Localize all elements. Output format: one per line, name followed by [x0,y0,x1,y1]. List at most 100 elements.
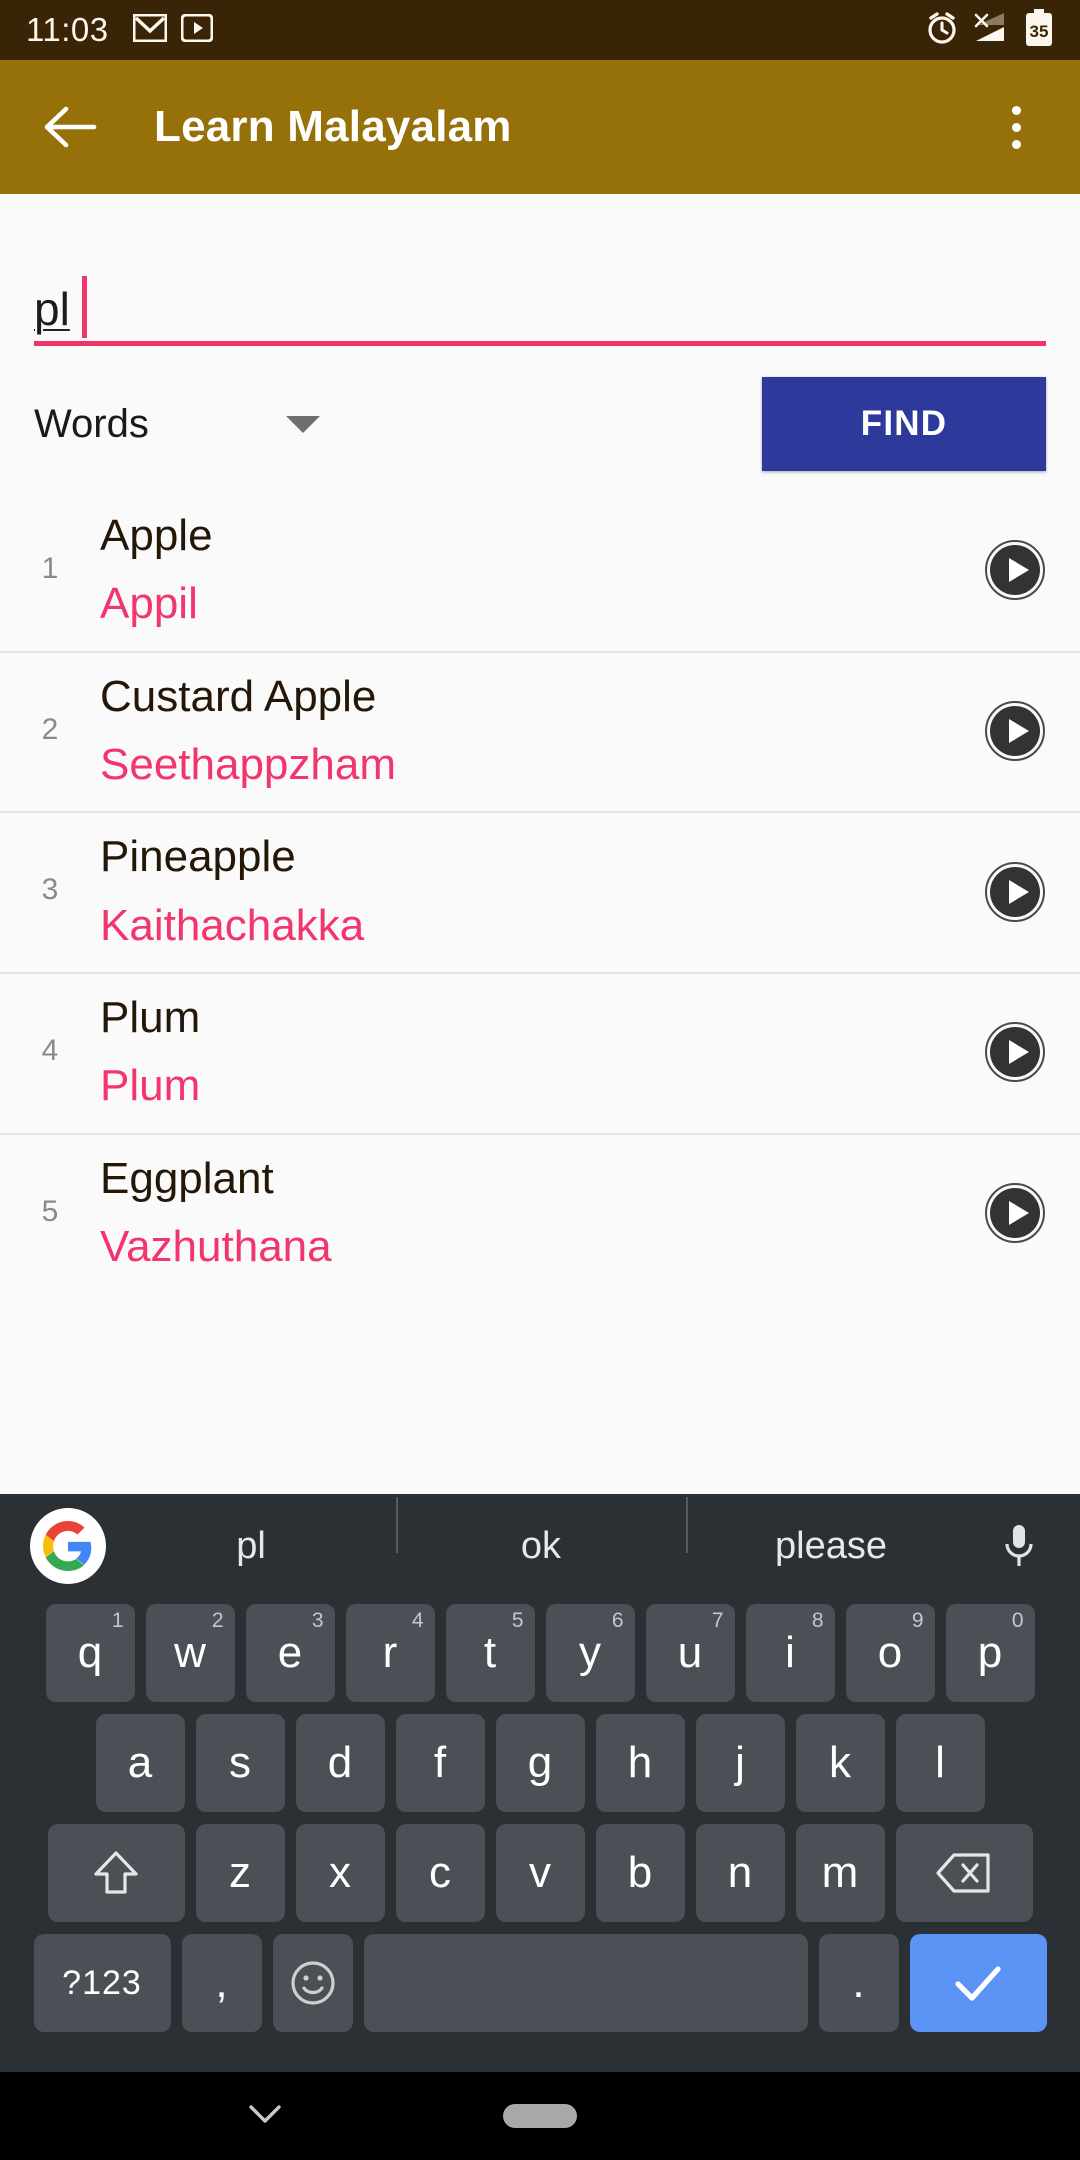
more-vertical-icon-dot [1011,105,1021,115]
key-label: x [329,1848,351,1897]
key-w[interactable]: 2w [145,1604,235,1702]
play-circle-icon[interactable] [950,1021,1080,1083]
status-notification-icons [132,13,214,47]
key-z[interactable]: z [195,1824,285,1922]
key-j[interactable]: j [695,1714,785,1812]
backspace-key[interactable] [895,1824,1033,1922]
key-g[interactable]: g [495,1714,585,1812]
key-a[interactable]: a [95,1714,185,1812]
google-g-icon[interactable] [30,1508,106,1584]
row-malayalam-word: Kaithachakka [100,900,365,950]
page-title: Learn Malayalam [154,102,512,151]
play-circle-icon[interactable] [950,700,1080,762]
key-label: e [277,1628,303,1677]
row-malayalam-word: Appil [100,579,198,629]
key-u[interactable]: 7u [645,1604,735,1702]
key-f[interactable]: f [395,1714,485,1812]
symbols-key[interactable]: ?123 [33,1934,171,2032]
battery-icon: 35 [1024,8,1054,52]
row-words: Custard Apple Seethappzham [100,669,950,794]
key-p[interactable]: 0p [945,1604,1035,1702]
keyboard-row-2: asdfgh j kl [0,1714,1080,1812]
key-v[interactable]: v [495,1824,585,1922]
back-button[interactable] [34,91,106,163]
main-content: pl Words FIND 1 Apple Appil 2 Custard Apple S… [0,194,1080,1494]
on-screen-keyboard: pl ok please 1q2w3e4r5t6y7u8i9o0p asdfgh… [0,1494,1080,2072]
emoji-smiley-icon [290,1961,335,2005]
chevron-down-icon [249,2104,281,2123]
key-label: u [677,1628,703,1677]
keyboard-suggestion-bar: pl ok please [0,1494,1080,1598]
category-spinner-label: Words [34,401,149,446]
row-index: 3 [41,873,59,907]
alarm-icon [924,10,960,51]
home-gesture-pill[interactable] [503,2104,577,2128]
play-circle-icon[interactable] [950,1182,1080,1244]
key-c[interactable]: c [395,1824,485,1922]
check-icon [955,1966,1001,2001]
status-bar: 11:03 35 [0,0,1080,60]
table-row[interactable]: 5 Eggplant Vazhuthana [0,1132,1080,1294]
key-q[interactable]: 1q [45,1604,135,1702]
more-vertical-icon-dot [1011,139,1021,149]
row-index: 4 [41,1033,59,1067]
suggestion-2[interactable]: please [686,1496,976,1568]
key-t[interactable]: 5t [445,1604,535,1702]
emoji-key[interactable] [272,1934,353,2032]
microphone-icon[interactable] [976,1522,1062,1570]
key-o[interactable]: 9o [845,1604,935,1702]
result-list: 1 Apple Appil 2 Custard Apple Seethappzham 3 Pi… [0,492,1080,1293]
row-index: 2 [41,712,59,746]
key-x[interactable]: x [295,1824,385,1922]
dismiss-keyboard-button[interactable] [245,2101,285,2132]
key-label: j [735,1738,745,1787]
table-row[interactable]: 3 Pineapple Kaithachakka [0,811,1080,972]
key-s[interactable]: s [195,1714,285,1812]
table-row[interactable]: 4 Plum Plum [0,971,1080,1133]
key-label: w [174,1628,206,1677]
play-circle-icon[interactable] [950,861,1080,923]
row-english-word: Apple [100,511,213,560]
key-alt-number: 9 [911,1609,924,1632]
key-label: m [821,1848,859,1897]
key-l[interactable]: l [895,1714,985,1812]
key-m[interactable]: m [795,1824,885,1922]
search-input[interactable]: pl [34,256,1046,346]
key-label: r [382,1628,398,1677]
play-circle-icon[interactable] [950,539,1080,601]
row-malayalam-word: Vazhuthana [100,1221,332,1271]
category-spinner[interactable]: Words [34,402,364,447]
row-english-word: Plum [100,992,201,1042]
period-key[interactable]: . [818,1934,899,2032]
overflow-menu-button[interactable] [986,88,1046,166]
find-button[interactable]: FIND [762,377,1046,471]
more-vertical-icon-dot [1011,122,1021,132]
key-label: t [483,1628,497,1677]
table-row[interactable]: 1 Apple Appil [0,492,1080,651]
app-bar: Learn Malayalam [0,60,1080,194]
key-i[interactable]: 8i [745,1604,835,1702]
key-d[interactable]: d [295,1714,385,1812]
key-y[interactable]: 6y [545,1604,635,1702]
key-e[interactable]: 3e [245,1604,335,1702]
key-alt-number: 3 [311,1609,324,1632]
shift-key[interactable] [47,1824,185,1922]
row-words: Plum Plum [100,990,950,1115]
key-r[interactable]: 4r [345,1604,435,1702]
arrow-left-icon [44,106,97,148]
key-n[interactable]: n [695,1824,785,1922]
suggestion-0[interactable]: pl [106,1525,396,1568]
comma-key[interactable]: , [181,1934,262,2032]
key-k[interactable]: k [795,1714,885,1812]
key-label: b [627,1848,653,1897]
key-b[interactable]: b [595,1824,685,1922]
row-words: Apple Appil [100,508,950,633]
key-label: v [529,1848,551,1897]
key-label: c [429,1848,451,1897]
table-row[interactable]: 2 Custard Apple Seethappzham [0,650,1080,812]
key-h[interactable]: h [595,1714,685,1812]
filter-row: Words FIND [0,364,1080,484]
enter-key[interactable] [909,1934,1047,2032]
space-key[interactable] [363,1934,808,2032]
suggestion-1[interactable]: ok [396,1496,686,1568]
